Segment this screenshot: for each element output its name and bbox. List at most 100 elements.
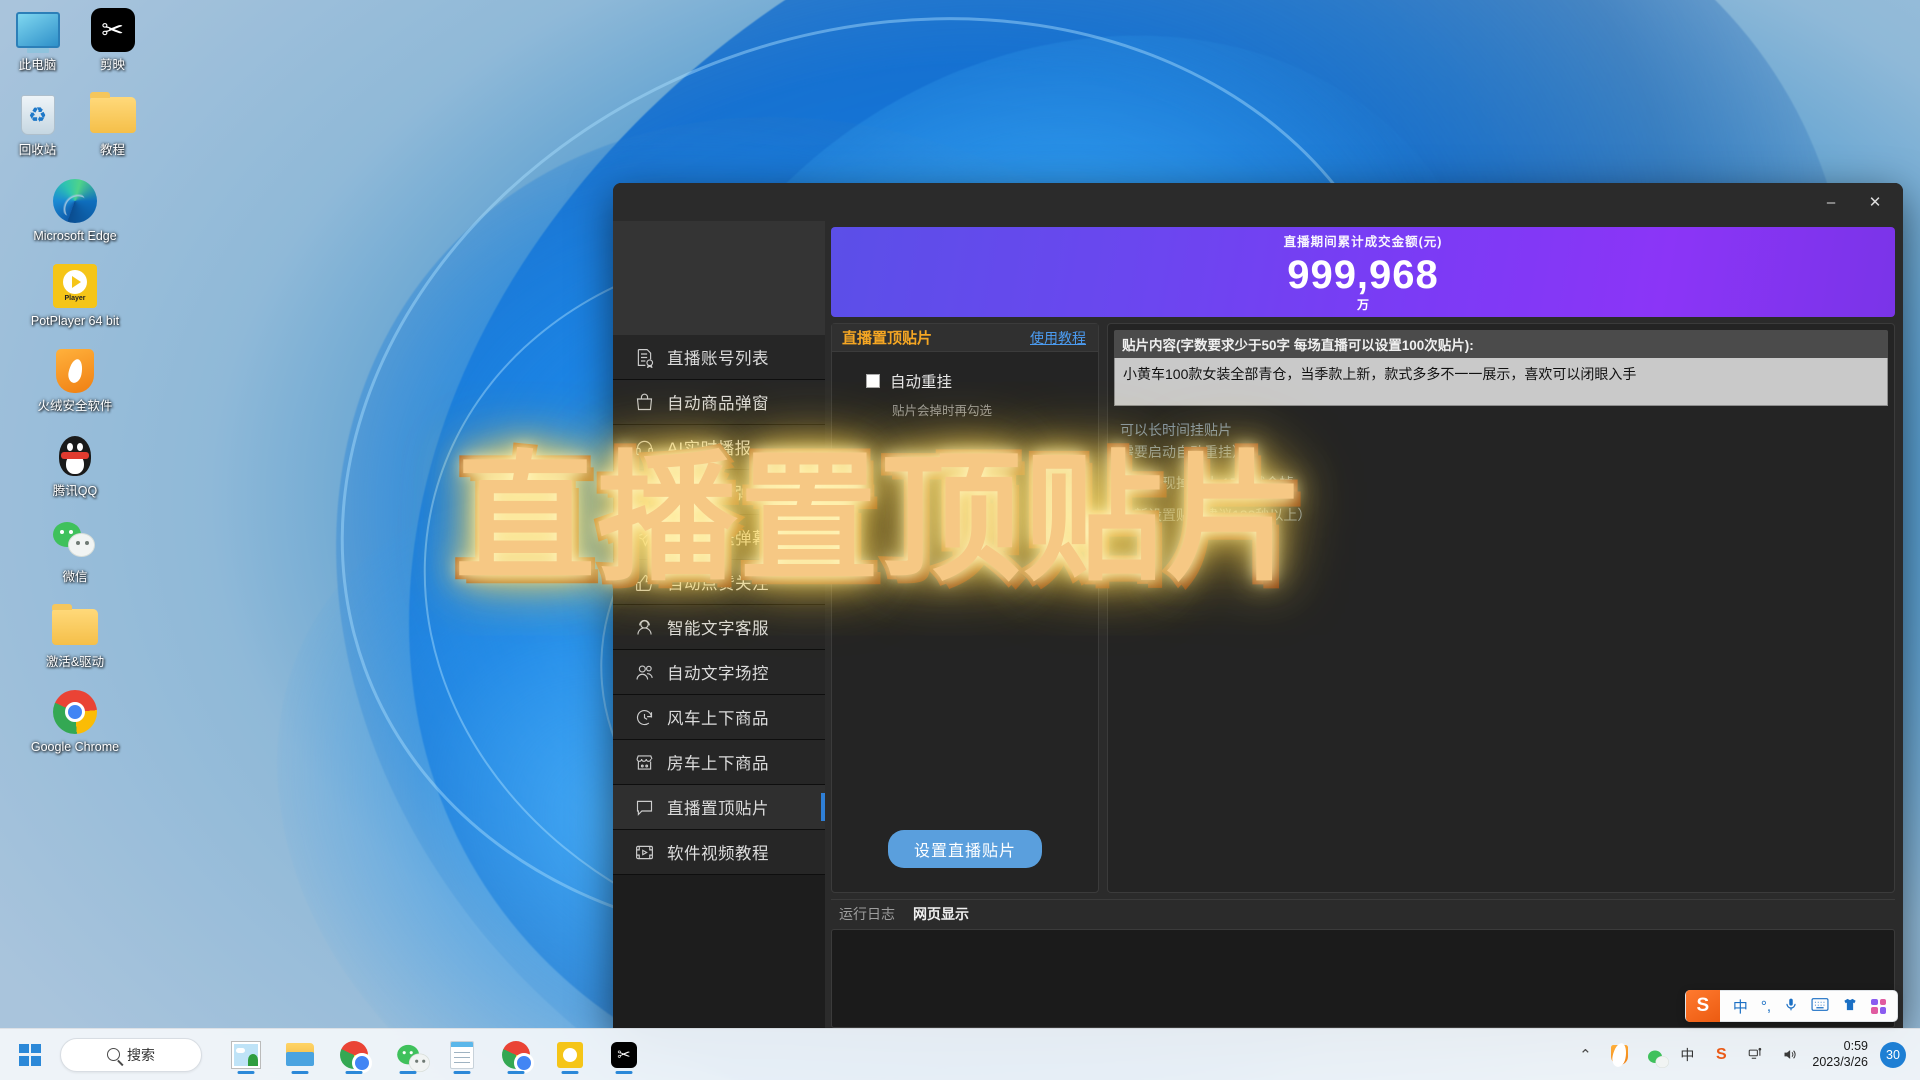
card-content-panel: 贴片内容(字数要求少于50字 每场直播可以设置100次贴片): 小黄车100款女…: [1107, 323, 1895, 893]
start-button[interactable]: [10, 1035, 50, 1075]
desktop-icon-label: 火绒安全软件: [37, 399, 113, 413]
taskbar-app-list: ✂: [226, 1033, 644, 1077]
huorong-icon: [51, 347, 99, 395]
auto-rehang-checkbox[interactable]: [866, 374, 880, 388]
ime-keyboard-icon[interactable]: [1811, 997, 1829, 1015]
tutorial-link[interactable]: 使用教程: [1030, 328, 1086, 348]
desktop-icon-huorong[interactable]: 火绒安全软件: [25, 341, 125, 418]
sidebar-item-product-popup[interactable]: 自动商品弹窗: [613, 380, 825, 425]
ime-skin-icon[interactable]: [1842, 997, 1858, 1016]
sidebar-item-video-tutorial[interactable]: 软件视频教程: [613, 830, 825, 875]
sogou-logo-icon[interactable]: S: [1685, 990, 1720, 1022]
taskbar-item-notepad[interactable]: [442, 1033, 482, 1077]
jianying-icon: ✂: [89, 6, 137, 54]
sidebar-item-label: 直播置顶贴片: [667, 800, 769, 818]
wechat-icon: [51, 518, 99, 566]
desktop-icon-label: 此电脑: [18, 58, 57, 72]
sidebar-item-auto-text-control[interactable]: 自动文字场控: [613, 650, 825, 695]
wechat-icon: [393, 1040, 430, 1072]
taskbar-item-chrome[interactable]: [334, 1033, 374, 1077]
headset-service-icon: [633, 616, 655, 638]
close-button[interactable]: ✕: [1853, 187, 1897, 217]
panel-title: 直播置顶贴片: [842, 330, 933, 347]
set-live-card-button[interactable]: 设置直播贴片: [887, 830, 1042, 868]
banner-amount: 999,968: [1287, 253, 1439, 297]
desktop-icon-wechat[interactable]: 微信: [25, 512, 125, 589]
tray-volume-icon[interactable]: [1778, 1044, 1800, 1066]
chrome-icon: [51, 688, 99, 736]
sidebar-item-label: 软件视频教程: [667, 845, 769, 863]
card-content-input[interactable]: 小黄车100款女装全部青仓，当季款上新，款式多多不一一展示，喜欢可以闭眼入手: [1114, 358, 1888, 406]
desktop-icon-jianying[interactable]: ✂ 剪映: [75, 0, 150, 77]
computer-icon: [14, 6, 62, 54]
desktop-icon-label: 腾讯QQ: [52, 484, 98, 499]
chrome-icon: [501, 1040, 534, 1073]
paint-icon: [231, 1040, 261, 1070]
desktop-icon-label: Microsoft Edge: [33, 228, 117, 243]
search-icon: [107, 1048, 120, 1061]
ime-punctuation-icon[interactable]: °,: [1761, 998, 1771, 1015]
desktop-icon-chrome[interactable]: Google Chrome: [25, 682, 125, 759]
sidebar-item-label: 直播账号列表: [667, 350, 769, 368]
speech-bubble-icon: [633, 796, 655, 818]
settings-panel-header: 直播置顶贴片 使用教程: [832, 324, 1098, 352]
desktop-icon-this-pc[interactable]: 此电脑: [0, 0, 75, 77]
desktop-icon-label: Google Chrome: [30, 740, 120, 754]
potplayer-icon: [555, 1040, 585, 1070]
taskbar-item-chrome-2[interactable]: [496, 1033, 536, 1077]
tray-sogou-icon[interactable]: S: [1710, 1044, 1732, 1066]
desktop-icon-recycle-bin[interactable]: 回收站: [0, 85, 75, 162]
desktop-icon-activation-folder[interactable]: 激活&驱动: [25, 597, 125, 674]
revenue-banner: 直播期间累计成交金额(元) 999,968 万: [831, 227, 1895, 317]
settings-panel: 直播置顶贴片 使用教程 自动重挂 贴片会掉时再勾选 设置直播贴片: [831, 323, 1099, 893]
desktop-icon-qq[interactable]: 腾讯QQ: [25, 426, 125, 503]
window-titlebar[interactable]: – ✕: [613, 183, 1903, 221]
search-input[interactable]: 搜索: [60, 1037, 202, 1072]
tab-run-log[interactable]: 运行日志: [839, 904, 895, 924]
notepad-icon: [447, 1040, 477, 1070]
account-list-icon: [633, 346, 655, 368]
edge-icon: [51, 177, 99, 225]
ime-apps-icon[interactable]: [1871, 998, 1886, 1014]
taskbar-item-paint[interactable]: [226, 1033, 266, 1077]
desktop-icon-label: 微信: [62, 569, 88, 584]
settings-panel-footer: 设置直播贴片: [832, 806, 1098, 892]
sidebar-item-live-pinned-card[interactable]: 直播置顶贴片: [613, 785, 825, 830]
taskbar: 搜索 ✂ ⌃ 中 S 0:59 2023/3/26 30: [0, 1028, 1920, 1080]
tray-wechat-icon[interactable]: [1642, 1044, 1670, 1068]
sidebar-item-windmill-goods[interactable]: 风车上下商品: [613, 695, 825, 740]
notification-badge[interactable]: 30: [1880, 1041, 1906, 1068]
desktop-icon-label: 教程: [99, 143, 125, 158]
taskbar-item-potplayer[interactable]: [550, 1033, 590, 1077]
sidebar-item-label: 风车上下商品: [667, 710, 769, 728]
ime-mode-toggle[interactable]: 中: [1733, 996, 1748, 1017]
sidebar-item-text-service[interactable]: 智能文字客服: [613, 605, 825, 650]
ime-toolbar[interactable]: S 中 °,: [1684, 990, 1898, 1022]
desktop-icon-tutorial-folder[interactable]: 教程: [75, 85, 150, 162]
tray-chevron-up-icon[interactable]: ⌃: [1574, 1044, 1596, 1066]
window-body: 直播账号列表 自动商品弹窗 AI实时播报 自动回复弹幕 自动发送弹幕 自动点赞关…: [613, 221, 1903, 1028]
taskbar-item-wechat[interactable]: [388, 1033, 430, 1077]
ime-microphone-icon[interactable]: [1784, 996, 1798, 1017]
desktop-icon-label: 剪映: [99, 58, 125, 72]
tray-huorong-icon[interactable]: [1608, 1044, 1630, 1066]
auto-rehang-checkbox-row[interactable]: 自动重挂: [832, 370, 1098, 392]
tray-network-icon[interactable]: [1744, 1044, 1766, 1066]
desktop-icon-potplayer[interactable]: Player PotPlayer 64 bit: [25, 256, 125, 333]
video-tutorial-icon: [633, 841, 655, 863]
desktop-icon-edge[interactable]: Microsoft Edge: [25, 171, 125, 248]
folder-icon: [89, 91, 137, 139]
sidebar-item-rv-goods[interactable]: 房车上下商品: [613, 740, 825, 785]
jianying-icon: ✂: [609, 1040, 639, 1070]
taskbar-item-jianying[interactable]: ✂: [604, 1033, 644, 1077]
sidebar-item-label: 自动商品弹窗: [667, 395, 769, 413]
tray-ime-cn-icon[interactable]: 中: [1676, 1044, 1698, 1066]
taskbar-item-file-explorer[interactable]: [280, 1033, 320, 1077]
desktop-icon-label: 回收站: [18, 143, 57, 158]
clock[interactable]: 0:59 2023/3/26: [1812, 1039, 1868, 1070]
minimize-button[interactable]: –: [1809, 187, 1853, 217]
chrome-icon: [339, 1040, 372, 1073]
tab-web-display[interactable]: 网页显示: [913, 904, 969, 924]
auto-rehang-hint: 贴片会掉时再勾选: [892, 404, 993, 418]
sidebar-item-account-list[interactable]: 直播账号列表: [613, 335, 825, 380]
